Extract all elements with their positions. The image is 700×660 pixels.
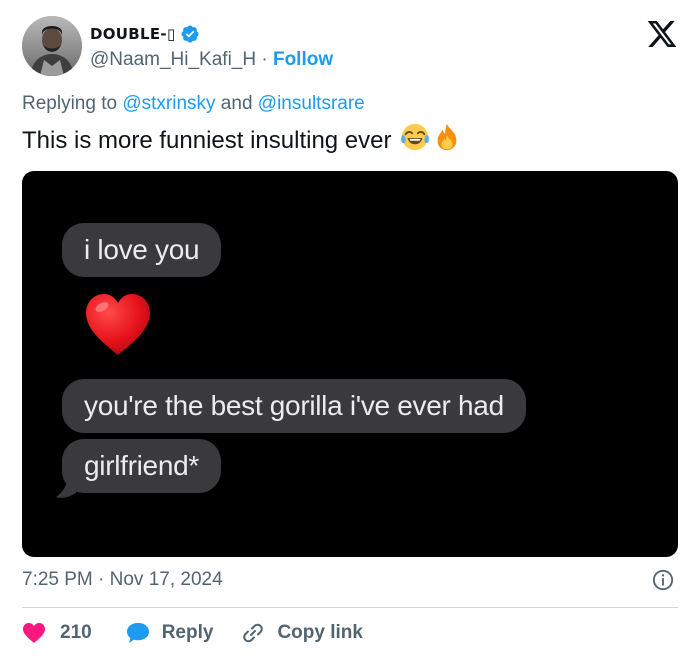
- replying-to: Replying to @stxrinsky and @insultsrare: [22, 93, 365, 115]
- link-icon: [241, 621, 265, 645]
- info-icon[interactable]: [652, 569, 674, 591]
- separator-dot: ·: [256, 49, 273, 70]
- heart-icon: [22, 622, 46, 644]
- name-row: DOUBLE-▯: [90, 23, 333, 45]
- tweet-text-content: This is more funniest insulting ever: [22, 126, 392, 154]
- mention-link-1[interactable]: @stxrinsky: [122, 93, 215, 114]
- tweet-timestamp[interactable]: 7:25 PM · Nov 17, 2024: [22, 569, 223, 591]
- bubble-tail: [56, 479, 76, 499]
- reply-bubble-icon: [126, 622, 150, 644]
- user-info: DOUBLE-▯ @Naam_Hi_Kafi_H · Follow: [90, 23, 333, 71]
- like-button[interactable]: 210: [22, 622, 92, 644]
- like-count: 210: [60, 622, 92, 643]
- tweet-media-image[interactable]: i love you you're the best gorilla i've …: [22, 171, 678, 557]
- replying-conjunction: and: [215, 93, 258, 114]
- tweet-text: This is more funniest insulting ever: [22, 122, 462, 159]
- copy-link-label: Copy link: [277, 622, 363, 643]
- display-name[interactable]: DOUBLE-▯: [90, 25, 176, 43]
- follow-button[interactable]: Follow: [273, 49, 333, 70]
- tweet-emojis: [400, 122, 462, 159]
- message-bubble: you're the best gorilla i've ever had: [62, 379, 526, 433]
- message-bubble: i love you: [62, 223, 222, 277]
- user-handle[interactable]: @Naam_Hi_Kafi_H: [90, 49, 256, 70]
- reply-label: Reply: [161, 622, 214, 643]
- divider: [22, 607, 678, 608]
- red-heart-icon: [82, 291, 154, 357]
- handle-row: @Naam_Hi_Kafi_H · Follow: [90, 49, 333, 71]
- tweet-header: DOUBLE-▯ @Naam_Hi_Kafi_H · Follow: [22, 16, 678, 76]
- reply-button[interactable]: Reply: [126, 622, 214, 644]
- face-with-tears-of-joy-icon: [400, 122, 430, 159]
- copy-link-button[interactable]: Copy link: [241, 621, 363, 645]
- tweet-actions: 210 Reply Copy link: [22, 618, 363, 648]
- mention-link-2[interactable]: @insultsrare: [258, 93, 365, 114]
- fire-icon: [432, 122, 462, 159]
- x-logo-icon[interactable]: [646, 18, 678, 50]
- verified-badge-icon: [180, 24, 200, 44]
- avatar[interactable]: [22, 16, 82, 76]
- message-bubble: girlfriend*: [62, 439, 221, 493]
- replying-prefix: Replying to: [22, 93, 123, 114]
